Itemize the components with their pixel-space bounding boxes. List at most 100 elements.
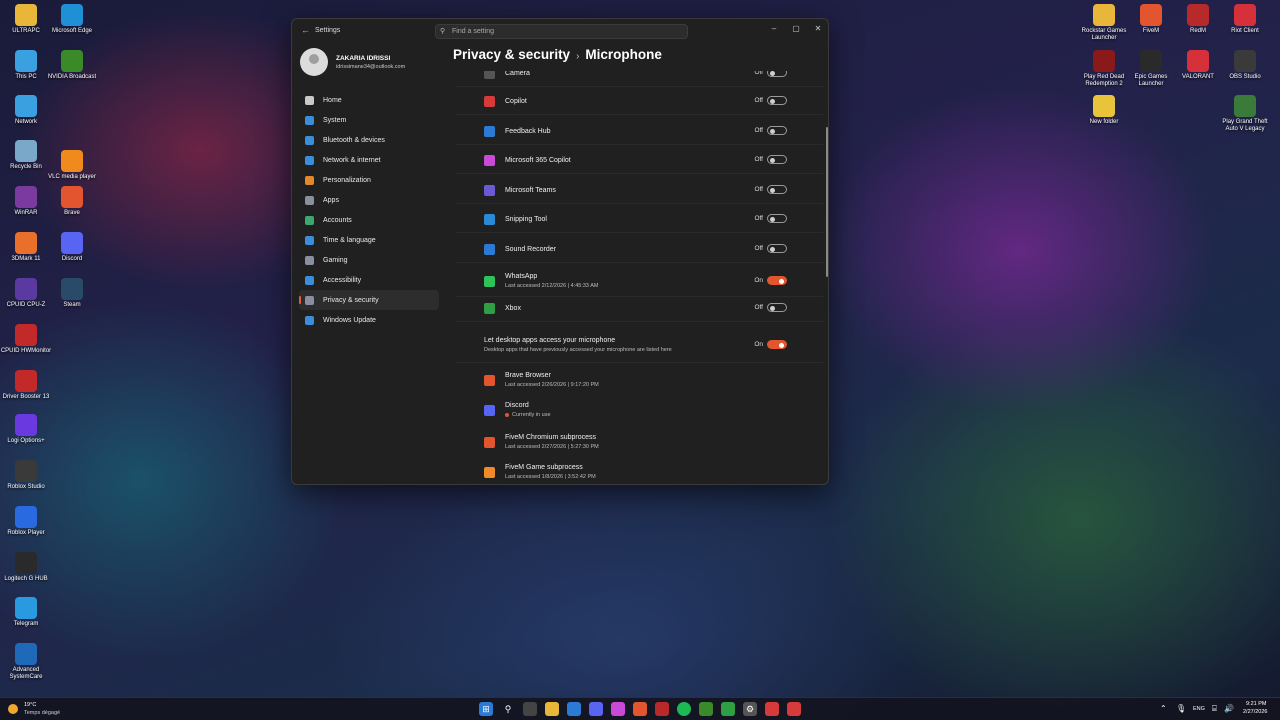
chrome-icon[interactable] (699, 702, 713, 716)
sidebar-item-system[interactable]: System (299, 110, 439, 130)
desktop-icon-r-9[interactable]: Play Grand Theft Auto V Legacy (1219, 95, 1271, 133)
desktop-icon-l-12[interactable]: Steam (46, 278, 98, 309)
sidebar-item-time-language[interactable]: Time & language (299, 230, 439, 250)
desktop-icon-r-4[interactable]: Play Red Dead Redemption 2 (1078, 50, 1130, 88)
rdr2-icon (1093, 50, 1115, 72)
weather-condition: Temps dégagé (24, 710, 61, 716)
sun-icon (8, 704, 18, 714)
nvidia-icon[interactable] (721, 702, 735, 716)
desktop-icon-l-16[interactable]: Roblox Studio (0, 460, 52, 491)
sidebar-item-windows-update[interactable]: Windows Update (299, 310, 439, 330)
clock-date[interactable]: 2/27/2026 (1243, 709, 1267, 715)
clock-time[interactable]: 9:21 PM (1246, 701, 1266, 707)
back-arrow-icon[interactable]: ← (301, 25, 310, 35)
network-icon[interactable]: ⌸ (1212, 704, 1217, 714)
sidebar-item-label: Gaming (323, 256, 348, 264)
sidebar-item-accessibility[interactable]: Accessibility (299, 270, 439, 290)
volume-icon[interactable]: 🔊 (1224, 704, 1234, 713)
opera-icon[interactable] (655, 702, 669, 716)
microphone-icon[interactable]: 🎙 (1176, 704, 1186, 713)
user-name: ZAKARIA IDRISSI (336, 55, 391, 62)
desktop-icon-label: Microsoft Edge (51, 28, 93, 34)
app-toggle[interactable] (767, 155, 787, 164)
desktop-icon-r-1[interactable]: FiveM (1125, 4, 1177, 35)
desktop-icon-r-6[interactable]: VALORANT (1172, 50, 1224, 81)
language-indicator[interactable]: ENG (1193, 706, 1205, 712)
sidebar-item-home[interactable]: Home (299, 90, 439, 110)
app-toggle[interactable] (767, 303, 787, 312)
desktop-icon-r-5[interactable]: Epic Games Launcher (1125, 50, 1177, 88)
search-icon[interactable]: ⚲ (501, 702, 515, 716)
scrollbar[interactable] (826, 127, 828, 277)
close-button[interactable]: ✕ (808, 22, 828, 36)
desktop-icon-l-20[interactable]: Advanced SystemCare (0, 643, 52, 681)
app-toggle[interactable] (767, 185, 787, 194)
sidebar-item-personalization[interactable]: Personalization (299, 170, 439, 190)
sidebar-item-accounts[interactable]: Accounts (299, 210, 439, 230)
app-toggle[interactable] (767, 71, 787, 77)
desktop-app-status-text: Last accessed 2/26/2026 | 9:17:20 PM (505, 382, 599, 388)
desktop-icon-l-15[interactable]: Logi Options+ (0, 414, 52, 445)
desktop-icon-r-8[interactable]: New folder (1078, 95, 1130, 126)
desktop-app-row: FiveM Chromium subprocess Last accessed 2… (455, 427, 823, 457)
app-toggle[interactable] (767, 244, 787, 253)
discord-icon[interactable] (589, 702, 603, 716)
desktop-icon-l-18[interactable]: Logitech G HUB (0, 552, 52, 583)
sidebar-item-gaming[interactable]: Gaming (299, 250, 439, 270)
app-toggle[interactable] (767, 276, 787, 285)
file-explorer-icon[interactable] (545, 702, 559, 716)
desktop-icon-l-3[interactable]: NVIDIA Broadcast (46, 50, 98, 81)
recorder-icon[interactable] (765, 702, 779, 716)
brave-icon[interactable] (633, 702, 647, 716)
desktop-icon-l-9[interactable]: 3DMark 11 (0, 232, 52, 263)
desktop-icon-l-8[interactable]: Brave (46, 186, 98, 217)
desktop-icon-r-0[interactable]: Rockstar Games Launcher (1078, 4, 1130, 42)
capture-icon[interactable] (787, 702, 801, 716)
desktop-icon-l-11[interactable]: CPUID CPU-Z (0, 278, 52, 309)
desktop-icon-l-2[interactable]: This PC (0, 50, 52, 81)
app-icon[interactable] (611, 702, 625, 716)
desktop-icon-l-7[interactable]: WinRAR (0, 186, 52, 217)
desktop-icon-l-0[interactable]: ULTRAPC (0, 4, 52, 35)
desktop-icon-r-7[interactable]: OBS Studio (1219, 50, 1271, 81)
sidebar-item-privacy-security[interactable]: Privacy & security (299, 290, 439, 310)
start-icon[interactable]: ⊞ (479, 702, 493, 716)
valorant-icon (1187, 50, 1209, 72)
desktop-icon-r-2[interactable]: RedM (1172, 4, 1224, 35)
desktop-icon-l-6[interactable]: VLC media player (46, 150, 98, 181)
sidebar-item-network-internet[interactable]: Network & internet (299, 150, 439, 170)
store-icon[interactable] (567, 702, 581, 716)
sidebar-item-apps[interactable]: Apps (299, 190, 439, 210)
breadcrumb-parent[interactable]: Privacy & security (453, 47, 570, 62)
desktop-icon-l-1[interactable]: Microsoft Edge (46, 4, 98, 35)
tray-chevron-icon[interactable]: ⌃ (1160, 704, 1167, 713)
sidebar-item-bluetooth-devices[interactable]: Bluetooth & devices (299, 130, 439, 150)
maximize-button[interactable]: ▢ (786, 22, 806, 36)
desktop-icon-label: FiveM (1142, 28, 1160, 34)
desktop-icon-l-17[interactable]: Roblox Player (0, 506, 52, 537)
edge-icon (61, 4, 83, 26)
search-input[interactable]: ⚲ Find a setting (435, 24, 688, 39)
app-toggle[interactable] (767, 96, 787, 105)
desktop-icon-label: ULTRAPC (12, 28, 40, 34)
app-toggle[interactable] (767, 126, 787, 135)
spotify-icon[interactable] (677, 702, 691, 716)
desktop-app-icon (484, 405, 495, 416)
minimize-button[interactable]: – (764, 22, 784, 36)
weather-temp: 19°C (24, 702, 37, 708)
user-profile[interactable]: ZAKARIA IDRISSI idrissimane34@outlook.co… (300, 47, 450, 77)
desktop-icon-l-5[interactable]: Recycle Bin (0, 140, 52, 171)
settings-icon[interactable]: ⚙ (743, 702, 757, 716)
app-toggle[interactable] (767, 214, 787, 223)
task-view-icon[interactable] (523, 702, 537, 716)
app-name: Microsoft 365 Copilot (505, 157, 571, 164)
desktop-apps-toggle[interactable] (767, 340, 787, 349)
desktop-icon-l-4[interactable]: Network (0, 95, 52, 126)
desktop-icon-l-14[interactable]: Driver Booster 13 (0, 370, 52, 401)
desktop-icon-l-13[interactable]: CPUID HWMonitor (0, 324, 52, 355)
desktop-icon-l-19[interactable]: Telegram (0, 597, 52, 628)
avatar (300, 48, 328, 76)
desktop-icon-r-3[interactable]: Riot Client (1219, 4, 1271, 35)
app-icon (484, 71, 495, 79)
desktop-icon-l-10[interactable]: Discord (46, 232, 98, 263)
